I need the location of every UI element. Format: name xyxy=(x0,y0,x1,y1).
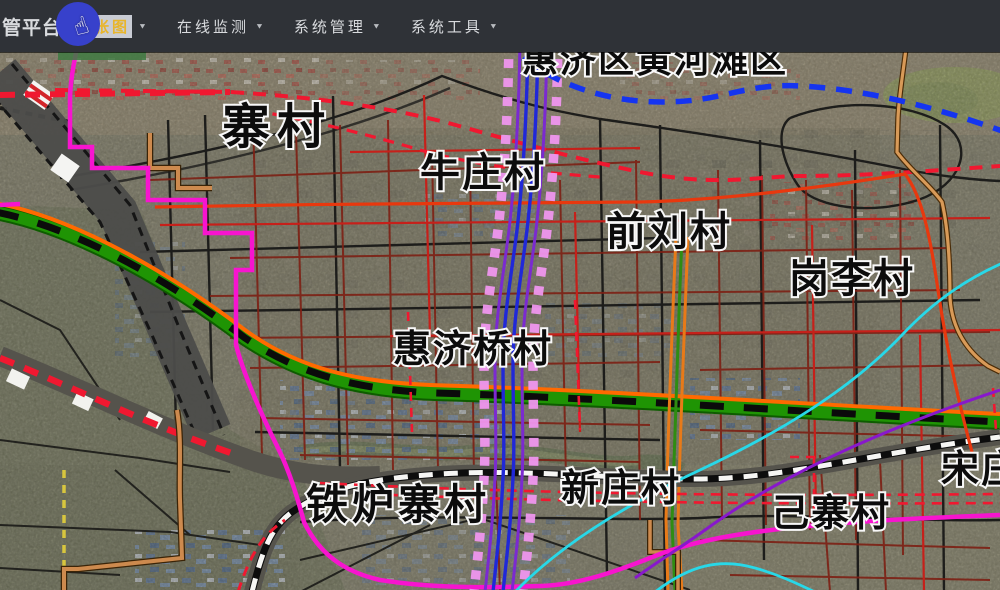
menu-item-label: 系统工具 xyxy=(411,16,483,37)
chevron-down-icon: ▼ xyxy=(489,22,498,31)
chevron-down-icon: ▼ xyxy=(138,22,147,31)
map-canvas[interactable]: 惠济区黄河滩区 寨村 牛庄村 前刘村 岗李村 惠济桥村 铁炉寨村 新庄村 己寨村… xyxy=(0,0,1000,590)
chevron-down-icon: ▼ xyxy=(372,22,381,31)
gis-platform-window: 惠济区黄河滩区 寨村 牛庄村 前刘村 岗李村 惠济桥村 铁炉寨村 新庄村 己寨村… xyxy=(0,0,1000,590)
map-label-niuzhuangcun: 牛庄村 xyxy=(420,151,546,195)
hand-cursor-icon: ☝ xyxy=(70,14,91,41)
map-label-songzhuangcun: 宋庄村 xyxy=(941,449,1000,491)
app-title: 管平台 xyxy=(2,13,62,40)
menu-item-system-management[interactable]: 系统管理 ▼ xyxy=(294,16,381,37)
map-label-huijiqiaocun: 惠济桥村 xyxy=(393,329,553,371)
click-indicator: ☝ xyxy=(56,2,100,46)
menu-item-system-tools[interactable]: 系统工具 ▼ xyxy=(411,16,498,37)
menu-item-label: 系统管理 xyxy=(294,16,366,37)
map-label-qianliucun: 前刘村 xyxy=(606,210,732,254)
map-label-ganglicun: 岗李村 xyxy=(789,257,915,301)
chevron-down-icon: ▼ xyxy=(255,22,264,31)
map-label-tieluzhaicun: 铁炉寨村 xyxy=(306,481,490,528)
menu-item-online-monitoring[interactable]: 在线监测 ▼ xyxy=(177,16,264,37)
map-label-zhaicun: 寨村 xyxy=(222,101,332,154)
main-menu: 一张图 ▼ 在线监测 ▼ 系统管理 ▼ 系统工具 ▼ xyxy=(74,15,528,38)
map-label-jizhaicun: 己寨村 xyxy=(771,493,891,535)
top-nav-bar: 管平台 一张图 ▼ 在线监测 ▼ 系统管理 ▼ 系统工具 ▼ xyxy=(0,0,1000,52)
map-label-xinzhuangcun: 新庄村 xyxy=(561,468,681,510)
menu-item-label: 在线监测 xyxy=(177,16,249,37)
